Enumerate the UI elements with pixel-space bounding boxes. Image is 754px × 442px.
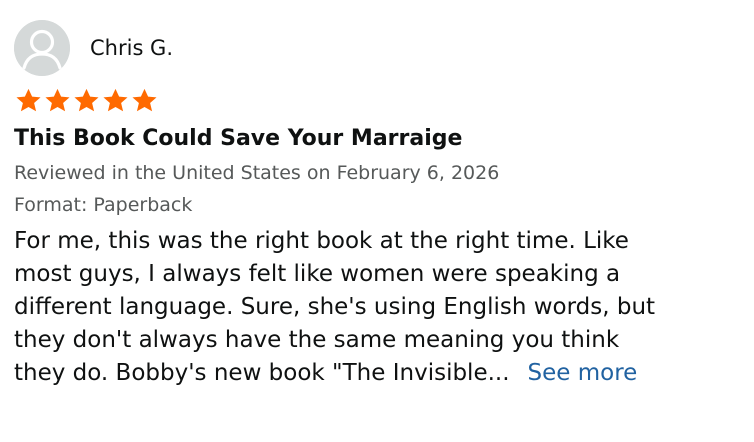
avatar[interactable] [14, 20, 70, 76]
review-body-line: they don't always have the same meaning … [14, 327, 620, 353]
user-silhouette-icon [14, 20, 70, 76]
star-icon [130, 87, 159, 115]
star-icon [43, 87, 72, 115]
star-icon [101, 87, 130, 115]
review-body-line: they do. Bobby's new book "The Invisible… [14, 360, 510, 386]
star-icon [72, 87, 101, 115]
review-body-line: different language. Sure, she's using En… [14, 294, 656, 320]
see-more-link[interactable]: See more [528, 360, 638, 386]
star-rating[interactable] [14, 86, 744, 116]
review-body: For me, this was the right book at the r… [14, 225, 744, 390]
reviewer-profile[interactable]: Chris G. [14, 20, 744, 76]
review-body-line: For me, this was the right book at the r… [14, 228, 629, 254]
review-date: Reviewed in the United States on Februar… [14, 162, 500, 184]
review-body-line: most guys, I always felt like women were… [14, 261, 621, 287]
review-body-last-line: they do. Bobby's new book "The Invisible… [14, 357, 744, 390]
review-format: Format: Paperback [14, 194, 193, 216]
review-card: Chris G. This Book Could Save Your Marra… [14, 20, 744, 390]
reviewer-name[interactable]: Chris G. [90, 35, 173, 61]
review-title[interactable]: This Book Could Save Your Marraige [14, 124, 744, 154]
star-icon [14, 87, 43, 115]
